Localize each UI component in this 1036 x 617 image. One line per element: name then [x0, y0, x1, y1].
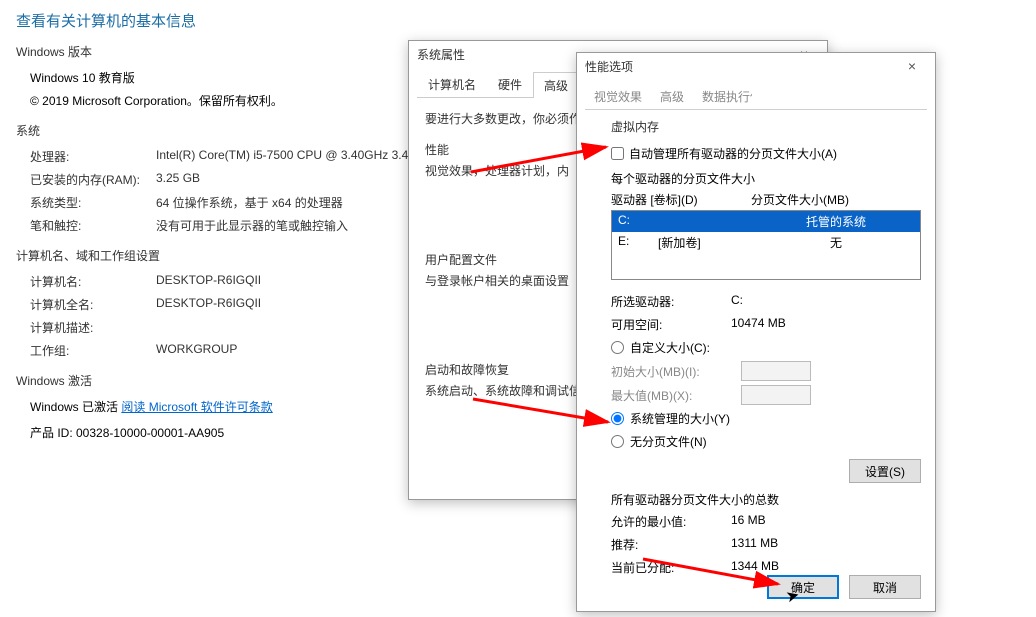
max-size-input — [741, 385, 811, 405]
drive-vol — [658, 213, 758, 230]
cancel-button[interactable]: 取消 — [849, 575, 921, 599]
perfopts-title: 性能选项 — [585, 58, 633, 75]
selected-drive-label: 所选驱动器: — [611, 293, 731, 310]
cdesc-label: 计算机描述: — [30, 319, 156, 336]
system-info-panel: 查看有关计算机的基本信息 Windows 版本 Windows 10 教育版 ©… — [16, 10, 436, 441]
activation-status: Windows 已激活 — [30, 400, 121, 414]
radio-no-paging[interactable] — [611, 435, 624, 448]
drive-vol: [新加卷] — [658, 234, 758, 251]
systype-label: 系统类型: — [30, 194, 156, 211]
pen-value: 没有可用于此显示器的笔或触控输入 — [156, 217, 348, 234]
rec-label: 推荐: — [611, 536, 731, 553]
auto-manage-label: 自动管理所有驱动器的分页文件大小(A) — [629, 145, 837, 162]
windows-edition: Windows 10 教育版 — [30, 66, 436, 89]
drive-letter: E: — [618, 234, 658, 251]
drive-letter: C: — [618, 213, 658, 230]
windows-version-label: Windows 版本 — [16, 43, 436, 60]
totals-label: 所有驱动器分页文件大小的总数 — [611, 491, 921, 508]
each-drive-label: 每个驱动器的分页文件大小 — [611, 170, 921, 187]
wg-label: 工作组: — [30, 342, 156, 359]
cpu-value: Intel(R) Core(TM) i5-7500 CPU @ 3.40GHz … — [156, 148, 415, 165]
cfull-label: 计算机全名: — [30, 296, 156, 313]
free-space-value: 10474 MB — [731, 316, 786, 333]
drive-col-header: 驱动器 [卷标](D) — [611, 191, 751, 208]
tab-advanced-perf[interactable]: 高级 — [651, 83, 693, 109]
ram-label: 已安装的内存(RAM): — [30, 171, 156, 188]
initial-size-label: 初始大小(MB)(I): — [611, 363, 741, 380]
license-terms-link[interactable]: 阅读 Microsoft 软件许可条款 — [121, 400, 272, 414]
auto-manage-checkbox[interactable] — [611, 147, 624, 160]
page-title: 查看有关计算机的基本信息 — [16, 10, 436, 31]
free-space-label: 可用空间: — [611, 316, 731, 333]
tab-computer-name[interactable]: 计算机名 — [417, 71, 487, 97]
radio-system-managed[interactable] — [611, 412, 624, 425]
cfull-value: DESKTOP-R6IGQII — [156, 296, 261, 313]
computer-name-section: 计算机名、域和工作组设置 — [16, 247, 436, 264]
cpu-label: 处理器: — [30, 148, 156, 165]
tab-advanced[interactable]: 高级 — [533, 72, 579, 98]
sysprops-title: 系统属性 — [417, 46, 465, 63]
activation-section: Windows 激活 — [16, 372, 436, 389]
virtual-memory-title: 虚拟内存 — [577, 110, 935, 139]
max-size-label: 最大值(MB)(X): — [611, 387, 741, 404]
cur-label: 当前已分配: — [611, 559, 731, 576]
size-col-header: 分页文件大小(MB) — [751, 191, 921, 208]
tab-hardware[interactable]: 硬件 — [487, 71, 533, 97]
ram-value: 3.25 GB — [156, 171, 200, 188]
no-paging-label: 无分页文件(N) — [630, 433, 707, 450]
ok-button[interactable]: 确定 — [767, 575, 839, 599]
rec-value: 1311 MB — [731, 536, 778, 553]
close-icon[interactable]: × — [897, 58, 927, 74]
drive-size: 托管的系统 — [758, 213, 914, 230]
cur-value: 1344 MB — [731, 559, 779, 576]
min-value: 16 MB — [731, 513, 766, 530]
system-managed-label: 系统管理的大小(Y) — [630, 410, 730, 427]
copyright: © 2019 Microsoft Corporation。保留所有权利。 — [30, 89, 436, 112]
custom-size-label: 自定义大小(C): — [630, 339, 710, 356]
product-id: 产品 ID: 00328-10000-00001-AA905 — [16, 418, 436, 441]
drive-size: 无 — [758, 234, 914, 251]
cname-value: DESKTOP-R6IGQII — [156, 273, 261, 290]
initial-size-input — [741, 361, 811, 381]
min-label: 允许的最小值: — [611, 513, 731, 530]
systype-value: 64 位操作系统，基于 x64 的处理器 — [156, 194, 343, 211]
perfopts-tabstrip: 视觉效果 高级 数据执行保 — [585, 83, 927, 110]
drive-row[interactable]: C: 托管的系统 — [612, 211, 920, 232]
set-button[interactable]: 设置(S) — [849, 459, 921, 483]
selected-drive-value: C: — [731, 293, 743, 310]
drive-row[interactable]: E: [新加卷] 无 — [612, 232, 920, 253]
performance-options-dialog: 性能选项 × 视觉效果 高级 数据执行保 虚拟内存 自动管理所有驱动器的分页文件… — [576, 52, 936, 612]
tab-visual-effects[interactable]: 视觉效果 — [585, 83, 651, 109]
system-section-label: 系统 — [16, 122, 436, 139]
tab-dep[interactable]: 数据执行保 — [693, 83, 753, 109]
wg-value: WORKGROUP — [156, 342, 237, 359]
radio-custom-size[interactable] — [611, 341, 624, 354]
cname-label: 计算机名: — [30, 273, 156, 290]
drive-list[interactable]: C: 托管的系统 E: [新加卷] 无 — [611, 210, 921, 280]
pen-label: 笔和触控: — [30, 217, 156, 234]
